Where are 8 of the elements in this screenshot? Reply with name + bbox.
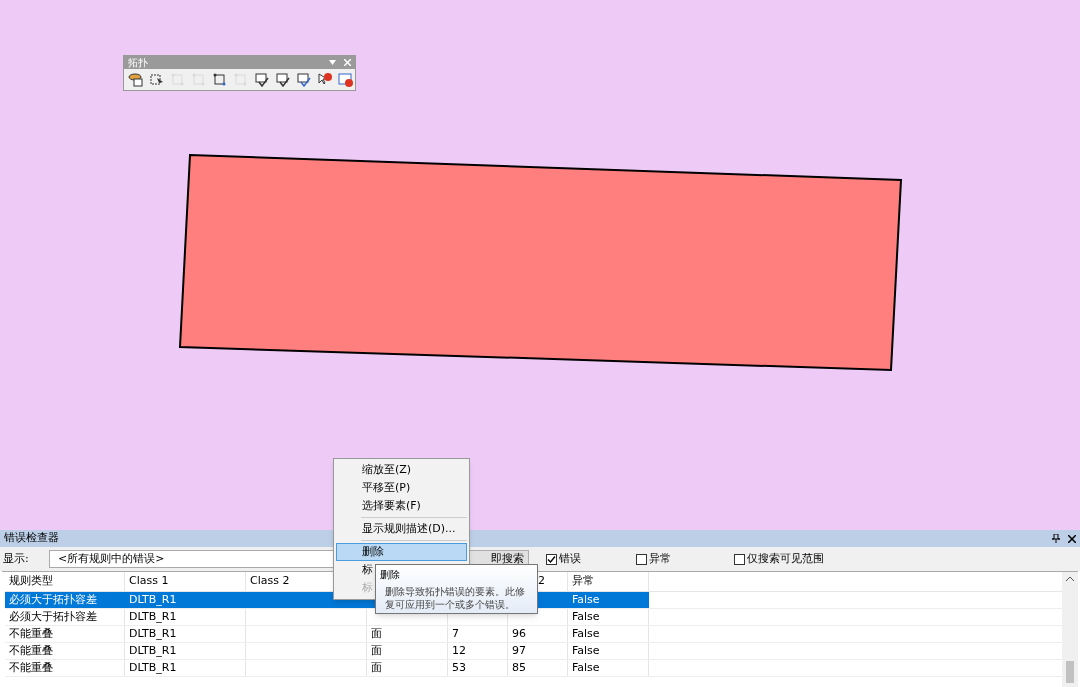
show-label: 显示:: [3, 550, 30, 567]
panel-title: 错误检查器: [4, 530, 59, 547]
checkbox-label: 异常: [649, 550, 671, 567]
checkbox-label: 错误: [559, 550, 581, 567]
tooltip-title: 删除: [380, 568, 401, 582]
checkbox-label: 仅搜索可见范围: [747, 550, 824, 567]
tooltip-text: 删除导致拓扑错误的要素。此修复可应用到一个或多个错误。: [384, 585, 526, 611]
toolbar-title: 拓扑: [128, 57, 148, 68]
